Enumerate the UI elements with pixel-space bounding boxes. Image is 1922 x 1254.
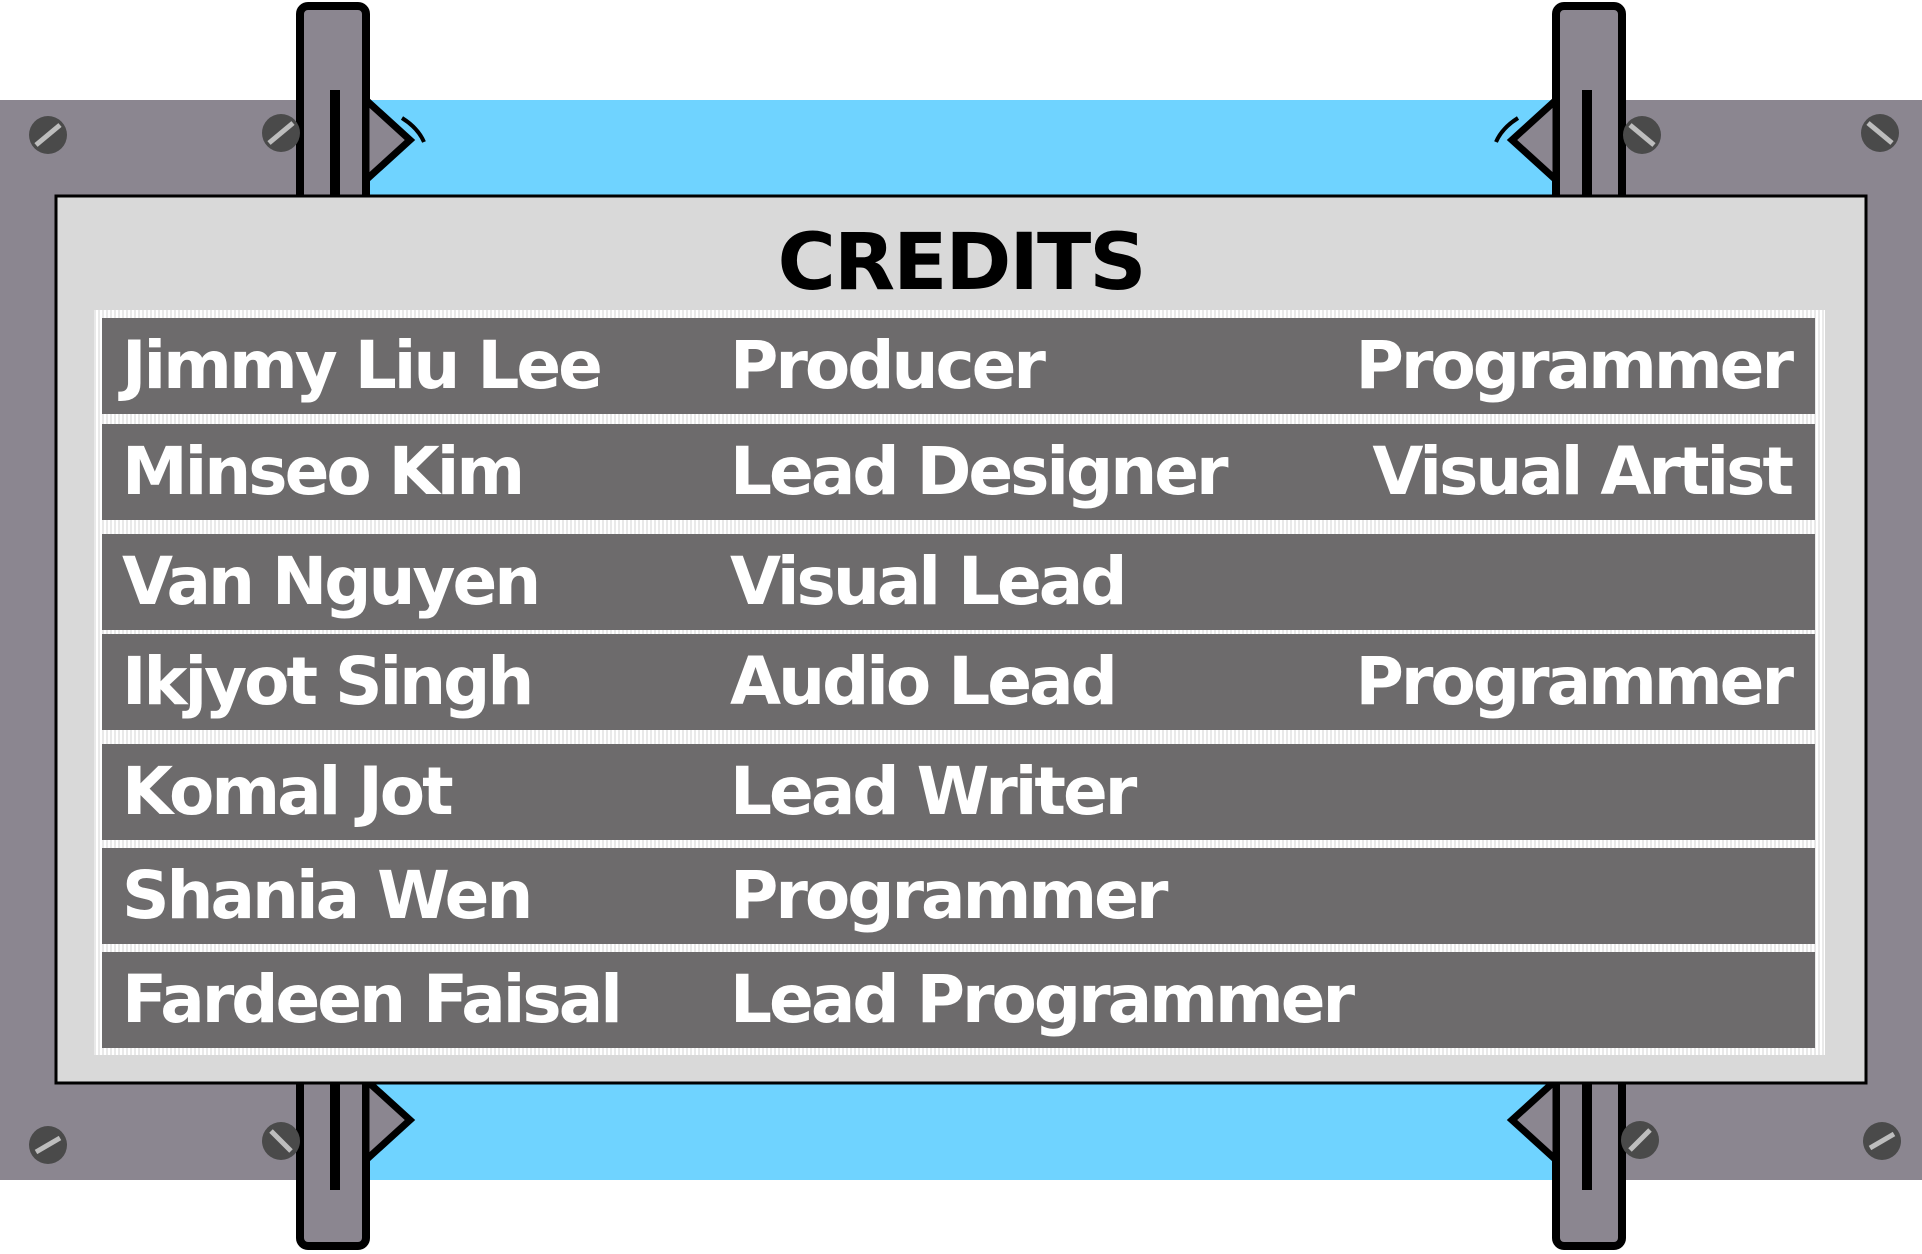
credit-name: Shania Wen	[122, 857, 533, 934]
credit-role: Lead Designer	[730, 433, 1229, 510]
credit-row: Ikjyot Singh Audio Lead Programmer	[102, 634, 1815, 730]
credit-name: Minseo Kim	[122, 433, 525, 510]
screw-icon	[29, 1126, 67, 1164]
credit-row: Jimmy Liu Lee Producer Programmer	[102, 318, 1815, 414]
credit-name: Komal Jot	[122, 753, 454, 830]
credit-role: Lead Programmer	[730, 961, 1355, 1038]
credit-role: Visual Lead	[730, 543, 1128, 620]
credits-title: CREDITS	[777, 218, 1147, 308]
credit-role: Producer	[730, 327, 1046, 404]
credit-role: Audio Lead	[730, 643, 1118, 720]
credits-list: Jimmy Liu Lee Producer Programmer Minseo…	[94, 310, 1825, 1055]
screw-icon	[1621, 1121, 1659, 1159]
credit-role-secondary: Programmer	[1355, 643, 1794, 720]
screw-icon	[29, 116, 67, 154]
credit-name: Ikjyot Singh	[122, 643, 534, 720]
credit-role: Lead Writer	[730, 753, 1137, 830]
screw-icon	[1863, 1122, 1901, 1160]
credit-row: Fardeen Faisal Lead Programmer	[102, 952, 1815, 1048]
screw-icon	[262, 114, 300, 152]
credit-role-secondary: Visual Artist	[1372, 433, 1794, 510]
credit-role-secondary: Programmer	[1355, 327, 1794, 404]
credit-role: Programmer	[730, 857, 1168, 934]
credit-row: Minseo Kim Lead Designer Visual Artist	[102, 424, 1815, 520]
credit-row: Komal Jot Lead Writer	[102, 744, 1815, 840]
screw-icon	[1623, 116, 1661, 154]
credit-row: Van Nguyen Visual Lead	[102, 534, 1815, 630]
credit-name: Jimmy Liu Lee	[122, 327, 603, 404]
screw-icon	[1861, 114, 1899, 152]
credit-row: Shania Wen Programmer	[102, 848, 1815, 944]
screw-icon	[262, 1122, 300, 1160]
credit-name: Fardeen Faisal	[122, 961, 623, 1038]
credit-name: Van Nguyen	[122, 543, 541, 620]
